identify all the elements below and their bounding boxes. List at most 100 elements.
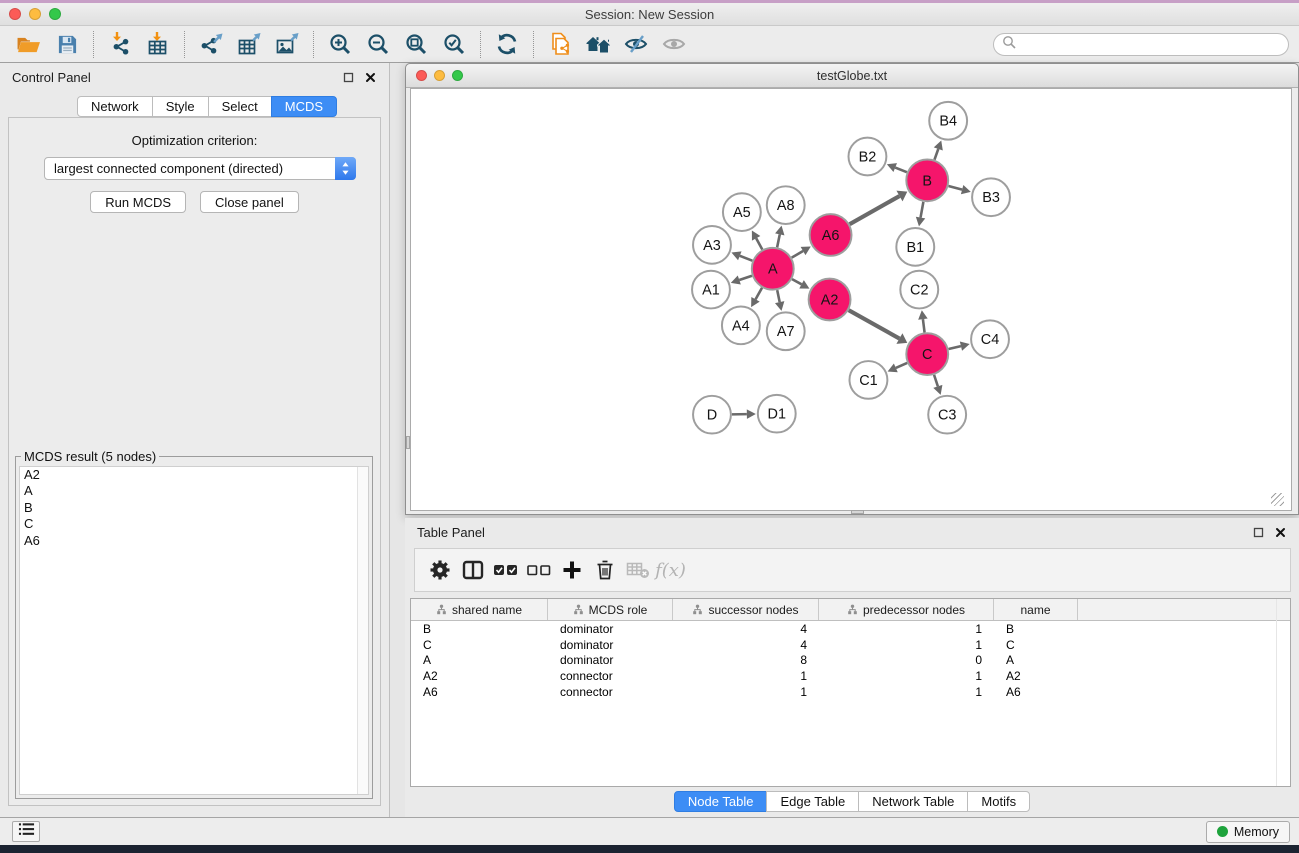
table-row[interactable]: Adominator80A: [411, 653, 1290, 669]
column-header-name[interactable]: name: [994, 599, 1078, 620]
refresh-button[interactable]: [488, 29, 526, 60]
tab-network[interactable]: Network: [77, 96, 153, 117]
result-item[interactable]: A6: [20, 533, 368, 549]
column-header-MCDS-role[interactable]: MCDS role: [548, 599, 673, 620]
tab-edge-table[interactable]: Edge Table: [766, 791, 859, 812]
zoom-in-button[interactable]: [321, 29, 359, 60]
tab-style[interactable]: Style: [152, 96, 209, 117]
node-label: B3: [982, 190, 1000, 206]
column-header-successor-nodes[interactable]: successor nodes: [673, 599, 819, 620]
export-table-button[interactable]: [230, 29, 268, 60]
function-builder-icon: f(x): [655, 560, 686, 581]
edge-arrowhead: [918, 310, 927, 319]
edge-B-B4[interactable]: [934, 149, 938, 160]
resize-grip-icon[interactable]: [1271, 493, 1284, 506]
canvas-grip-left[interactable]: [406, 436, 410, 449]
split-panel-button[interactable]: [456, 554, 489, 586]
table-row[interactable]: A6connector11A6: [411, 684, 1290, 700]
network-canvas[interactable]: B4B2BB3A8A5A6A3B1AA1C2A2A4A7C4CC1C3DD1: [410, 88, 1292, 511]
add-column-button[interactable]: [555, 554, 588, 586]
edge-C-C2[interactable]: [923, 319, 925, 332]
result-item[interactable]: B: [20, 500, 368, 516]
table-row[interactable]: Bdominator41B: [411, 621, 1290, 637]
column-header-predecessor-nodes[interactable]: predecessor nodes: [819, 599, 994, 620]
toolbar-separator: [480, 31, 481, 58]
settings-gear-button[interactable]: [423, 554, 456, 586]
memory-status-icon: [1217, 826, 1228, 837]
export-network-button[interactable]: [192, 29, 230, 60]
table-row[interactable]: A2connector11A2: [411, 668, 1290, 684]
tab-network-table[interactable]: Network Table: [858, 791, 968, 812]
import-network-button[interactable]: [101, 29, 139, 60]
edge-A-A2[interactable]: [792, 279, 802, 284]
memory-button[interactable]: Memory: [1206, 821, 1290, 843]
result-item[interactable]: A2: [20, 467, 368, 483]
tab-mcds[interactable]: MCDS: [271, 96, 337, 117]
table-cell: A: [994, 653, 1078, 667]
search-input[interactable]: [1021, 37, 1280, 51]
edge-A6-B[interactable]: [850, 196, 900, 224]
float-table-panel-icon[interactable]: [1252, 526, 1265, 539]
float-panel-icon[interactable]: [342, 71, 355, 84]
deselect-all-button[interactable]: [522, 554, 555, 586]
tab-select[interactable]: Select: [208, 96, 272, 117]
edge-C-C3[interactable]: [934, 375, 938, 387]
node-label: A8: [777, 198, 795, 214]
tab-node-table[interactable]: Node Table: [674, 791, 768, 812]
select-all-button[interactable]: [489, 554, 522, 586]
hide-selected-icon: [624, 34, 648, 54]
run-mcds-button[interactable]: Run MCDS: [90, 191, 186, 213]
optimization-criterion-value: largest connected component (directed): [45, 161, 335, 176]
edge-B-B1[interactable]: [921, 202, 924, 218]
column-header-shared-name[interactable]: shared name: [411, 599, 548, 620]
home-button[interactable]: [579, 29, 617, 60]
table-cell: 4: [673, 638, 819, 652]
table-toolbar: f(x): [414, 548, 1291, 592]
hide-selected-button[interactable]: [617, 29, 655, 60]
edge-B-B2[interactable]: [895, 168, 907, 173]
edge-A-A6[interactable]: [792, 251, 803, 258]
attribute-type-icon: [692, 604, 703, 615]
table-row[interactable]: Cdominator41C: [411, 637, 1290, 653]
close-panel-button[interactable]: Close panel: [200, 191, 299, 213]
result-item[interactable]: A: [20, 483, 368, 499]
scrollbar-track[interactable]: [357, 467, 368, 794]
edge-A-A7[interactable]: [777, 290, 779, 302]
edge-C-C4[interactable]: [949, 346, 961, 349]
mcds-result-list[interactable]: A2ABCA6: [19, 466, 369, 795]
export-image-button[interactable]: [268, 29, 306, 60]
edge-B-B3[interactable]: [948, 186, 962, 190]
search-box[interactable]: [993, 33, 1289, 56]
memory-label: Memory: [1234, 825, 1279, 839]
edge-A2-C[interactable]: [849, 310, 900, 338]
import-table-button[interactable]: [139, 29, 177, 60]
edge-arrowhead: [960, 341, 970, 350]
optimization-criterion-select[interactable]: largest connected component (directed): [44, 157, 356, 180]
zoom-out-button[interactable]: [359, 29, 397, 60]
edge-A-A5[interactable]: [756, 238, 762, 249]
close-table-panel-icon[interactable]: [1274, 526, 1287, 539]
clone-network-button[interactable]: [541, 29, 579, 60]
network-view-window: testGlobe.txt B4B2BB3A8A5A6A3B1AA1C2A2A4…: [405, 63, 1299, 515]
status-list-button[interactable]: [12, 821, 40, 842]
edge-A-A3[interactable]: [740, 256, 753, 261]
zoom-out-icon: [367, 33, 390, 56]
table-cell: A: [411, 653, 548, 667]
deselect-all-icon: [526, 562, 552, 578]
attribute-type-icon: [847, 604, 858, 615]
save-session-button[interactable]: [48, 29, 86, 60]
network-window-titlebar[interactable]: testGlobe.txt: [406, 64, 1298, 88]
edge-A-A4[interactable]: [756, 288, 763, 300]
table-cell: C: [411, 638, 548, 652]
close-panel-icon[interactable]: [364, 71, 377, 84]
result-item[interactable]: C: [20, 516, 368, 532]
zoom-fit-button[interactable]: [397, 29, 435, 60]
canvas-grip-bottom[interactable]: [851, 510, 864, 514]
edge-A-A1[interactable]: [739, 276, 752, 280]
tab-motifs[interactable]: Motifs: [967, 791, 1030, 812]
edge-A-A8[interactable]: [777, 234, 780, 247]
open-file-button[interactable]: [10, 29, 48, 60]
zoom-selected-button[interactable]: [435, 29, 473, 60]
edge-C-C1[interactable]: [896, 363, 907, 368]
delete-column-button[interactable]: [588, 554, 621, 586]
